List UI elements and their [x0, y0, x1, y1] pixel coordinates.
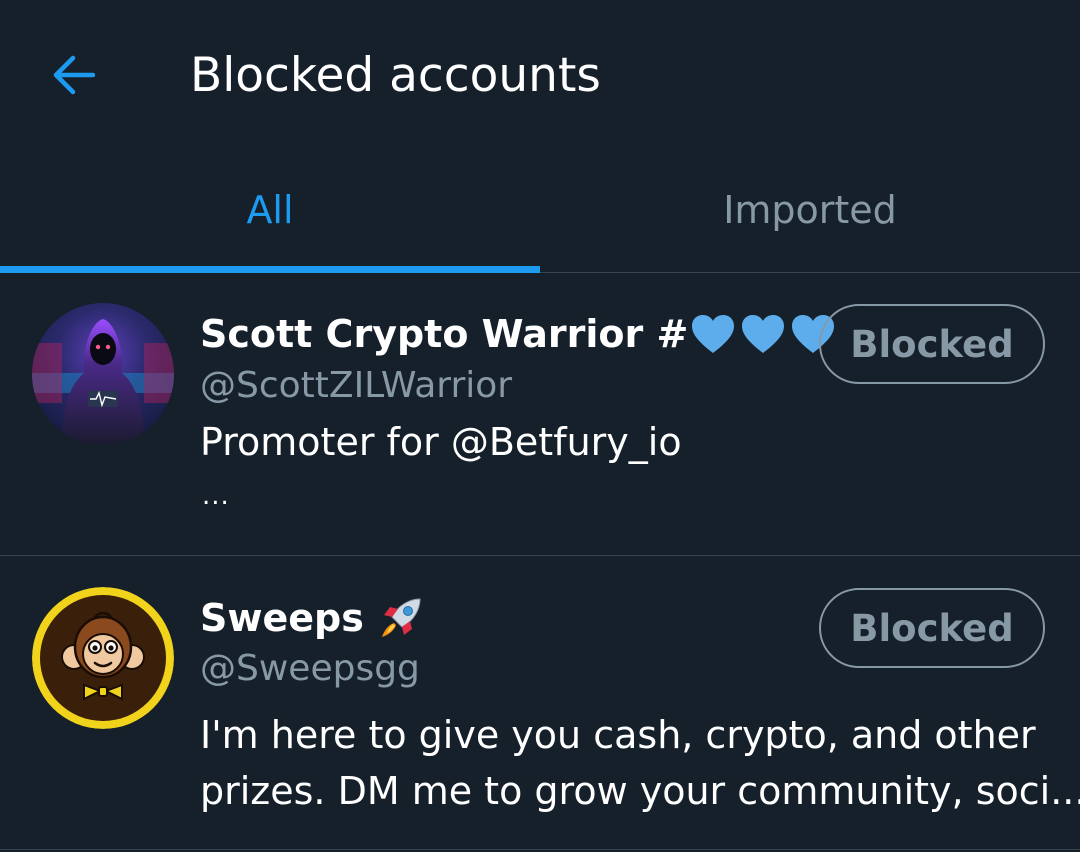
blocked-accounts-screen: Blocked accounts All Imported Scott Cryp… — [0, 0, 1080, 852]
account-name-text: Sweeps — [200, 596, 364, 640]
blocked-button[interactable]: Blocked — [819, 588, 1045, 668]
arrow-left-icon — [53, 55, 95, 95]
account-bio: I'm here to give you cash, crypto, and o… — [200, 713, 1036, 757]
avatar[interactable] — [32, 303, 174, 445]
avatar[interactable] — [32, 587, 174, 729]
blocked-button[interactable]: Blocked — [819, 304, 1045, 384]
tab-bar: All Imported — [0, 152, 1080, 273]
account-name: Sweeps — [200, 593, 426, 643]
name-emoji-group — [690, 313, 836, 355]
hooded-figure-avatar-image — [32, 303, 174, 445]
rocket-icon — [381, 598, 421, 637]
tab-imported-label: Imported — [723, 188, 897, 232]
account-bio-line-2: prizes. DM me to grow your community, so… — [200, 769, 1080, 813]
list-item[interactable]: Sweeps @Sweepsgg I'm here to give you ca… — [0, 556, 1080, 850]
blue-heart-icon — [742, 315, 785, 353]
tab-all-label: All — [246, 188, 294, 232]
account-bio: Promoter for @Betfury_io — [200, 420, 682, 464]
back-button[interactable] — [40, 46, 106, 104]
list-item[interactable]: Scott Crypto Warrior # @ScottZILWarrior … — [0, 273, 1080, 556]
account-name-text: Scott Crypto Warrior # — [200, 312, 689, 356]
active-tab-indicator — [0, 266, 540, 273]
account-name: Scott Crypto Warrior # — [200, 310, 836, 358]
account-handle: @ScottZILWarrior — [200, 365, 513, 406]
blue-heart-icon — [692, 315, 735, 353]
top-app-bar: Blocked accounts — [0, 0, 1080, 152]
account-handle: @Sweepsgg — [200, 648, 420, 689]
tab-all[interactable]: All — [0, 152, 540, 272]
monkey-avatar-image — [32, 587, 174, 729]
bio-truncation-ellipsis: ... — [202, 481, 230, 511]
tab-imported[interactable]: Imported — [540, 152, 1080, 272]
page-title: Blocked accounts — [190, 48, 601, 103]
